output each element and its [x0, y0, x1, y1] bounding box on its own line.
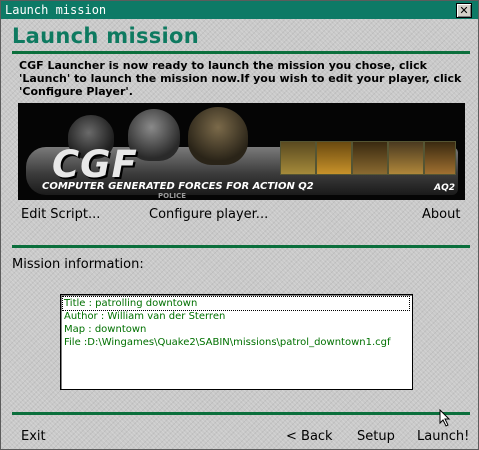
- description-text: CGF Launcher is now ready to launch the …: [19, 59, 462, 98]
- list-item-title[interactable]: Title : patrolling downtown: [62, 296, 410, 311]
- mission-information-label: Mission information:: [12, 257, 144, 272]
- title-bar[interactable]: Launch mission ✕: [1, 1, 478, 19]
- header-divider: [12, 51, 470, 54]
- banner-tagline: COMPUTER GENERATED FORCES FOR ACTION Q2: [42, 181, 314, 192]
- police-text: POLICE: [158, 192, 187, 200]
- window-title: Launch mission: [5, 3, 107, 17]
- close-button[interactable]: ✕: [456, 3, 472, 18]
- scene-thumbnail: [388, 141, 424, 175]
- scene-thumbnail: [280, 141, 316, 175]
- scene-thumbnail: [424, 141, 456, 175]
- footer-divider: [12, 412, 470, 415]
- scene-thumbnail: [316, 141, 352, 175]
- launch-button[interactable]: Launch!: [417, 429, 469, 444]
- cgf-banner: CGF COMPUTER GENERATED FORCES FOR ACTION…: [18, 103, 465, 200]
- list-item-map[interactable]: Map : downtown: [63, 323, 146, 336]
- mission-info-list[interactable]: Title : patrolling downtown Author : Wil…: [60, 294, 413, 390]
- back-button[interactable]: < Back: [286, 429, 333, 444]
- close-icon: ✕: [459, 4, 469, 17]
- cgf-logo: CGF: [52, 143, 138, 186]
- about-button[interactable]: About: [422, 207, 460, 222]
- page-title: Launch mission: [12, 24, 200, 48]
- configure-player-button[interactable]: Configure player...: [149, 207, 268, 222]
- exit-button[interactable]: Exit: [21, 429, 46, 444]
- section-divider: [12, 245, 470, 248]
- aq2-badge: AQ2: [434, 183, 455, 193]
- scene-thumbnail: [352, 141, 388, 175]
- edit-script-button[interactable]: Edit Script...: [21, 207, 100, 222]
- soldier-figure: [188, 107, 248, 165]
- list-item-file[interactable]: File :D:\Wingames\Quake2\SABIN\missions\…: [63, 336, 391, 349]
- mouse-pointer-icon: [439, 409, 451, 427]
- launch-mission-window: Launch mission ✕ Launch mission CGF Laun…: [0, 0, 479, 450]
- setup-button[interactable]: Setup: [357, 429, 395, 444]
- list-item-author[interactable]: Author : William van der Sterren: [63, 310, 225, 323]
